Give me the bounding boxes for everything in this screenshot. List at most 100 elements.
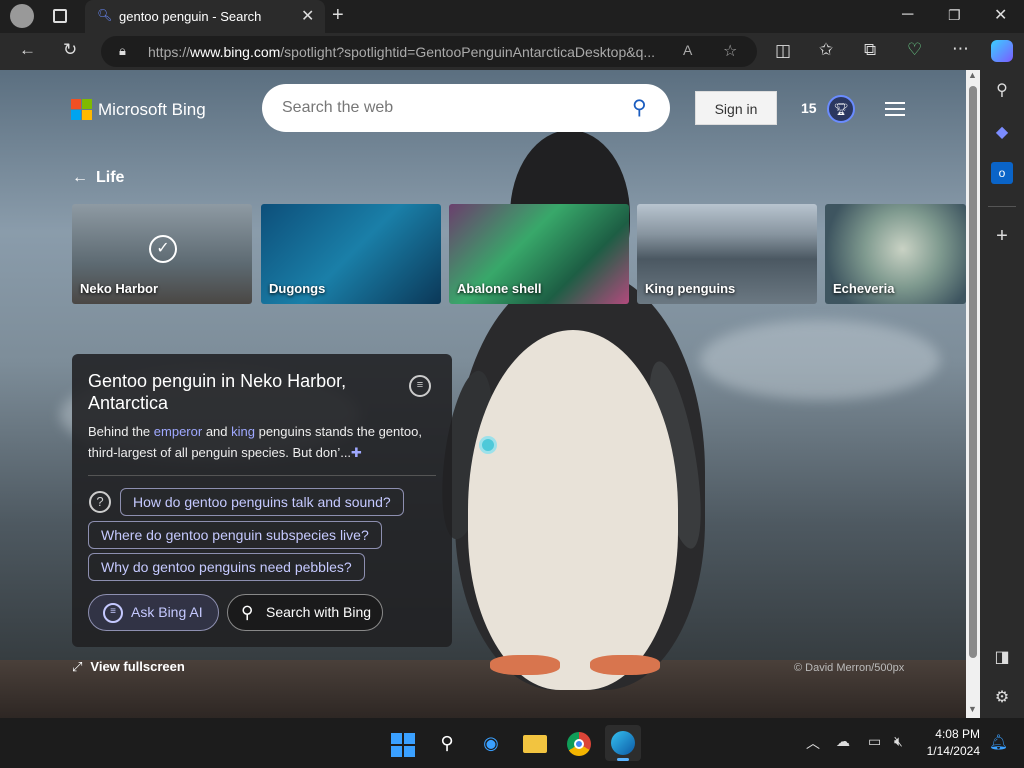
rewards-icon[interactable]: 🏆︎ (827, 95, 855, 123)
tab-bar: 🔍︎ gentoo penguin - Search ✕ + ─ ❐ ✕ (0, 0, 1024, 33)
card-label: Echeveria (833, 281, 895, 296)
panel-description: Behind the emperor and king penguins sta… (88, 424, 422, 460)
scroll-thumb[interactable] (969, 86, 977, 658)
carousel-card-king-penguins[interactable]: King penguins (637, 204, 817, 304)
carousel-card-echeveria[interactable]: Echeveria (825, 204, 966, 304)
settings-icon[interactable]: ⚙ (991, 687, 1013, 709)
chat-icon[interactable]: ≡ (409, 375, 431, 397)
chat-icon: ≡ (103, 603, 123, 623)
collections-icon[interactable]: ⧉ (864, 40, 876, 60)
edge-sidebar: ⚲ ◆ o + ◨ ⚙ (980, 70, 1024, 718)
tab-actions-icon[interactable] (53, 9, 67, 23)
start-icon[interactable] (387, 728, 419, 760)
question-icon: ? (89, 491, 111, 513)
card-label: Neko Harbor (80, 281, 159, 296)
question-chip-subspecies[interactable]: Where do gentoo penguin subspecies live? (88, 521, 382, 549)
fullscreen-icon: ⤢ (72, 659, 83, 674)
clock[interactable]: 4:08 PM 1/14/2024 (920, 726, 980, 760)
profile-icon[interactable] (10, 4, 34, 28)
rewards-points[interactable]: 15 (801, 100, 817, 116)
network-icon[interactable]: ▭ (868, 733, 881, 750)
add-icon[interactable]: + (991, 225, 1013, 247)
favorite-icon[interactable]: ☆ (723, 41, 737, 61)
check-icon: ✓ (149, 235, 177, 263)
more-icon[interactable]: ⋯ (952, 39, 969, 59)
view-fullscreen-link[interactable]: ⤢ View fullscreen (72, 659, 185, 675)
browser-toolbar: ← ↻ 🔒︎ https://www.bing.com/spotlight?sp… (0, 33, 1024, 70)
search-box[interactable]: ⚲ (262, 84, 670, 132)
sidebar-panel-icon[interactable]: ◨ (991, 647, 1013, 669)
new-tab-icon[interactable]: + (332, 4, 344, 27)
edge-icon[interactable] (605, 725, 641, 761)
outlook-icon[interactable]: o (991, 162, 1013, 184)
menu-icon[interactable] (885, 102, 905, 120)
minimize-icon[interactable]: ─ (902, 6, 913, 24)
photo-credit: © David Merron/500px (794, 662, 905, 674)
search-input[interactable] (282, 97, 612, 119)
scroll-down-icon[interactable]: ▼ (968, 704, 977, 714)
chrome-icon[interactable] (563, 728, 595, 760)
penguin-belly (468, 330, 678, 690)
page-scrollbar[interactable]: ▲ ▼ (966, 70, 980, 718)
tab-title: gentoo penguin - Search (119, 9, 262, 24)
chevron-up-icon[interactable]: ︿ (806, 733, 820, 753)
back-icon[interactable]: ← (19, 40, 36, 60)
info-panel: Gentoo penguin in Neko Harbor, Antarctic… (72, 354, 452, 647)
king-link[interactable]: king (231, 424, 255, 439)
search-icon: 🔍︎ (97, 8, 113, 22)
search-icon[interactable]: ⚲ (431, 728, 463, 760)
carousel-card-neko-harbor[interactable]: ✓ Neko Harbor (72, 204, 252, 304)
clock-time: 4:08 PM (935, 727, 980, 741)
file-explorer-icon[interactable] (519, 728, 551, 760)
onedrive-icon[interactable]: ☁ (836, 733, 850, 750)
bing-spotlight-page: Microsoft Bing ⚲ Sign in 15 🏆︎ ← Life ✓ N… (0, 70, 966, 718)
copilot-icon[interactable] (991, 40, 1013, 62)
search-with-bing-button[interactable]: ⚲ Search with Bing (227, 594, 383, 631)
refresh-icon[interactable]: ↻ (63, 40, 77, 60)
card-label: Dugongs (269, 281, 326, 296)
copilot-icon[interactable]: ◆ (991, 122, 1013, 144)
search-icon[interactable]: ⚲ (632, 95, 647, 120)
url-text: https://www.bing.com/spotlight?spotlight… (148, 44, 656, 60)
emperor-link[interactable]: emperor (154, 424, 202, 439)
back-to-life-link[interactable]: ← Life (72, 169, 124, 187)
volume-icon[interactable]: 🔇︎ (894, 733, 903, 750)
card-label: Abalone shell (457, 281, 542, 296)
edge-preview-icon[interactable]: ◉ (475, 728, 507, 760)
question-chip-talk[interactable]: How do gentoo penguins talk and sound? (120, 488, 404, 516)
lock-icon[interactable]: 🔒︎ (119, 43, 126, 59)
favorites-icon[interactable]: ✩ (819, 40, 833, 60)
category-label: Life (96, 169, 125, 186)
carousel-card-abalone-shell[interactable]: Abalone shell (449, 204, 629, 304)
expand-icon[interactable]: ✚ (351, 445, 362, 460)
windows-taskbar: ⚲ ◉ ︿ ☁ ▭ 🔇︎ 4:08 PM 1/14/2024 🔔︎ (0, 718, 1024, 768)
logo-text: Microsoft Bing (98, 100, 206, 119)
penguin-foot (590, 655, 660, 675)
panel-title: Gentoo penguin in Neko Harbor, Antarctic… (88, 371, 347, 413)
question-chip-pebbles[interactable]: Why do gentoo penguins need pebbles? (88, 553, 365, 581)
carousel-card-dugongs[interactable]: Dugongs (261, 204, 441, 304)
divider (88, 475, 436, 476)
card-label: King penguins (645, 281, 736, 296)
read-aloud-icon[interactable]: A (683, 42, 692, 58)
penguin-foot (490, 655, 560, 675)
background-cloud (700, 320, 940, 400)
restore-icon[interactable]: ❐ (948, 7, 961, 24)
back-arrow-icon: ← (72, 169, 88, 186)
scroll-up-icon[interactable]: ▲ (968, 70, 977, 80)
performance-icon[interactable]: ♡ (907, 40, 922, 60)
notification-icon[interactable]: 🔔︎ (989, 733, 1008, 751)
sign-in-button[interactable]: Sign in (695, 91, 777, 125)
split-screen-icon[interactable]: ◫ (775, 41, 791, 61)
microsoft-logo-icon (71, 99, 92, 120)
search-icon[interactable]: ⚲ (991, 80, 1013, 102)
clock-date: 1/14/2024 (926, 744, 980, 758)
image-hotspot[interactable] (479, 436, 497, 454)
ask-bing-ai-button[interactable]: ≡ Ask Bing AI (88, 594, 219, 631)
divider (988, 206, 1016, 207)
search-icon: ⚲ (241, 603, 254, 622)
window-close-icon[interactable]: ✕ (994, 5, 1007, 25)
address-bar[interactable]: 🔒︎ https://www.bing.com/spotlight?spotli… (101, 36, 757, 67)
close-icon[interactable]: ✕ (301, 6, 314, 26)
tab-gentoo-penguin[interactable]: 🔍︎ gentoo penguin - Search ✕ (85, 0, 325, 33)
